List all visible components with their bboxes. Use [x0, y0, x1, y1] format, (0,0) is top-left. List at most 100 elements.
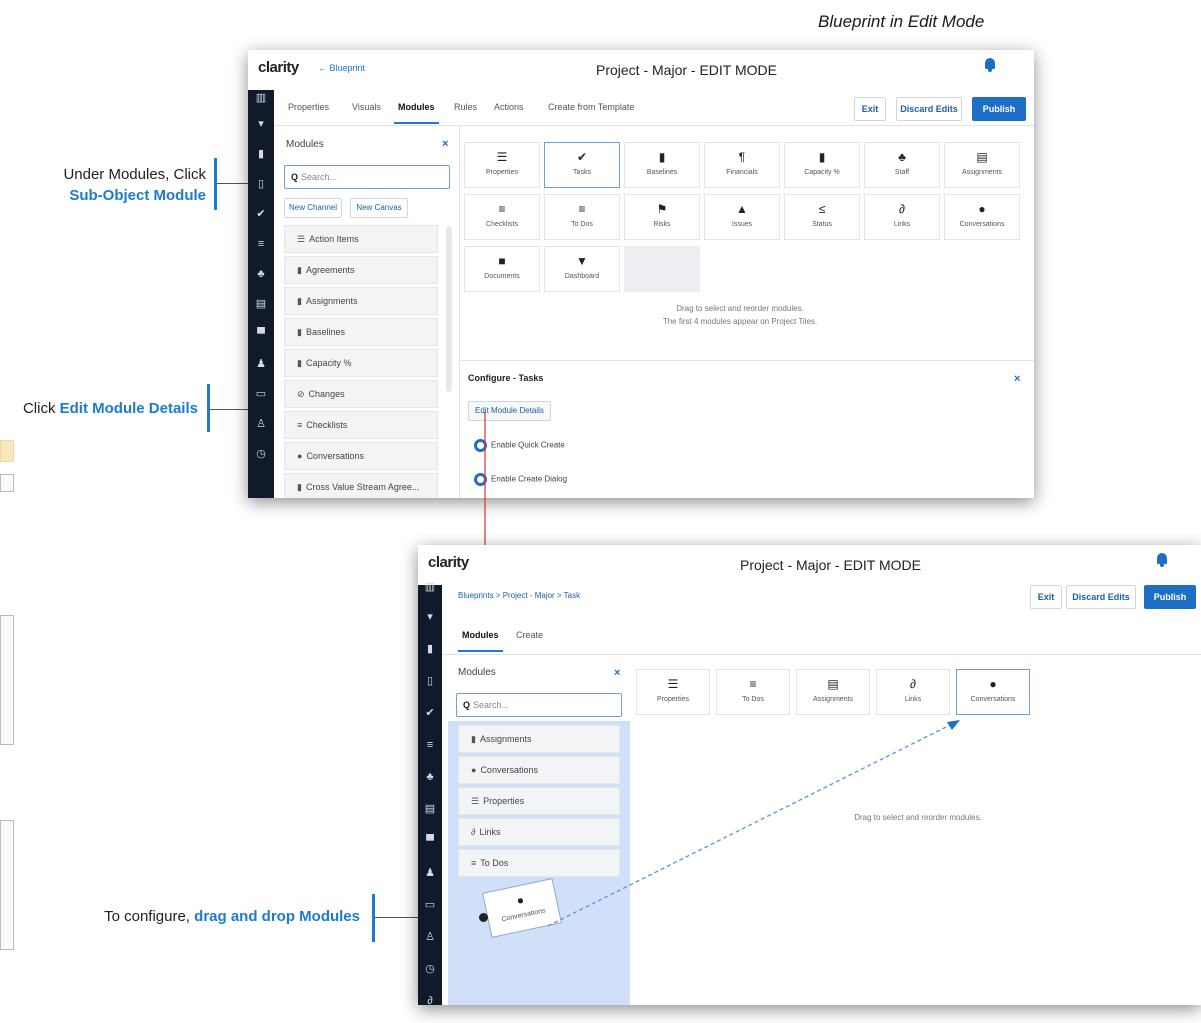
list-icon[interactable]: ≡	[248, 236, 274, 252]
list-item[interactable]: ▮ Capacity %	[284, 349, 438, 377]
tile-properties[interactable]: ☰ Properties	[464, 142, 540, 188]
clarity-logo: clarity	[428, 554, 469, 571]
chat-icon[interactable]: ▀	[248, 326, 274, 342]
list-item[interactable]: ● Conversations	[284, 442, 438, 470]
side-nav: ▥ ▾ ▮ ▯ ✔ ≡ ♣ ▤ ▀ ♟ ▭ ♙ ◷ ∂	[418, 581, 442, 1005]
people-icon[interactable]: ♟	[418, 865, 442, 881]
list-item[interactable]: ▮ Agreements	[284, 256, 438, 284]
tile-dashboard[interactable]: ▼ Dashboard	[544, 246, 620, 292]
tile-assignments[interactable]: ▤ Assignments	[944, 142, 1020, 188]
calendar-icon[interactable]: ▭	[248, 386, 274, 402]
window-title: Project - Major - EDIT MODE	[740, 557, 921, 573]
list-icon[interactable]: ≡	[418, 737, 442, 753]
tile-baselines[interactable]: ▮ Baselines	[624, 142, 700, 188]
callout-sub-object: Under Modules, Click Sub-Object Module	[63, 166, 206, 204]
tile-links[interactable]: ∂ Links	[864, 194, 940, 240]
calendar-icon[interactable]: ▭	[418, 897, 442, 913]
modules-panel-title: Modules	[286, 139, 324, 150]
chat-icon[interactable]: ▀	[418, 833, 442, 849]
close-icon[interactable]: ×	[442, 138, 448, 150]
list-item[interactable]: ▮ Assignments	[284, 287, 438, 315]
breadcrumb[interactable]: Blueprints > Project - Major > Task	[458, 591, 580, 600]
clock-icon[interactable]: ◷	[418, 961, 442, 977]
tile-risks[interactable]: ⚑ Risks	[624, 194, 700, 240]
tab-bar: Properties Visuals Modules Rules Actions…	[274, 90, 1034, 126]
scrollbar[interactable]	[446, 226, 452, 392]
link-icon[interactable]: ∂	[418, 993, 442, 1005]
discard-edits-button[interactable]: Discard Edits	[896, 97, 962, 121]
close-icon[interactable]: ×	[614, 667, 620, 679]
tab-properties[interactable]: Properties	[288, 102, 329, 112]
report-icon[interactable]: ▤	[248, 296, 274, 312]
team-icon[interactable]: ♙	[248, 416, 274, 432]
window-title: Project - Major - EDIT MODE	[596, 62, 777, 78]
drag-hint: Drag to select and reorder modules. The …	[662, 304, 818, 326]
drag-path	[547, 720, 960, 927]
callout-bar	[214, 158, 217, 210]
clock-icon[interactable]: ◷	[248, 446, 274, 462]
publish-button[interactable]: Publish	[1144, 585, 1196, 609]
tile-tasks[interactable]: ✔ Tasks	[544, 142, 620, 188]
publish-button[interactable]: Publish	[972, 97, 1026, 121]
chart-icon[interactable]: ▥	[418, 579, 442, 595]
close-icon[interactable]: ×	[1014, 373, 1020, 385]
exit-button[interactable]: Exit	[854, 97, 886, 121]
projects-icon[interactable]: ▮	[248, 146, 274, 162]
exit-button[interactable]: Exit	[1030, 585, 1062, 609]
tile-staff[interactable]: ♣ Staff	[864, 142, 940, 188]
list-item[interactable]: ≡ Checklists	[284, 411, 438, 439]
top-bar: clarity ← Blueprint Project - Major - ED…	[248, 50, 1034, 90]
tile-checklists[interactable]: ≡ Checklists	[464, 194, 540, 240]
tab-modules[interactable]: Modules	[394, 102, 438, 124]
back-to-blueprint-link[interactable]: ← Blueprint	[318, 63, 365, 73]
tab-bar: Modules Create	[442, 621, 1201, 655]
tile-conversations[interactable]: ● Conversations	[944, 194, 1020, 240]
list-item[interactable]: ▮ Cross Value Stream Agree...	[284, 473, 438, 498]
tab-modules[interactable]: Modules	[458, 630, 502, 652]
configure-section: Configure - Tasks × Edit Module Details …	[460, 360, 1034, 498]
page-heading: Blueprint in Edit Mode	[818, 12, 985, 31]
tile-placeholder	[624, 246, 700, 292]
search-input[interactable]: Q Search...	[284, 165, 450, 189]
report-icon[interactable]: ▤	[418, 801, 442, 817]
tile-capacity[interactable]: ▮ Capacity %	[784, 142, 860, 188]
tile-documents[interactable]: ■ Documents	[464, 246, 540, 292]
tab-create-from-template[interactable]: Create from Template	[548, 102, 634, 112]
tab-create[interactable]: Create	[516, 630, 543, 640]
tile-issues[interactable]: ▲ Issues	[704, 194, 780, 240]
hierarchy-icon[interactable]: ♣	[248, 266, 274, 282]
document-icon[interactable]: ▯	[248, 176, 274, 192]
dashboard-icon[interactable]: ▾	[418, 609, 442, 625]
hierarchy-icon[interactable]: ♣	[418, 769, 442, 785]
check-icon[interactable]: ✔	[248, 206, 274, 222]
callout-bar	[207, 384, 210, 432]
modules-panel: Modules × Q Search... New Channel New Can…	[274, 126, 460, 498]
chart-icon[interactable]: ▥	[248, 90, 274, 106]
dashboard-icon[interactable]: ▾	[248, 116, 274, 132]
tab-visuals[interactable]: Visuals	[352, 102, 381, 112]
tab-actions[interactable]: Actions	[494, 102, 524, 112]
tile-status[interactable]: ≤ Status	[784, 194, 860, 240]
tab-rules[interactable]: Rules	[454, 102, 477, 112]
people-icon[interactable]: ♟	[248, 356, 274, 372]
list-item[interactable]: ▮ Baselines	[284, 318, 438, 346]
configure-title: Configure - Tasks	[468, 373, 544, 383]
discard-edits-button[interactable]: Discard Edits	[1066, 585, 1136, 609]
bell-icon[interactable]	[1156, 553, 1168, 567]
new-canvas-button[interactable]: New Canvas	[350, 198, 408, 218]
projects-icon[interactable]: ▮	[418, 641, 442, 657]
tile-to-dos[interactable]: ≡ To Dos	[544, 194, 620, 240]
list-item[interactable]: ☰ Action Items	[284, 225, 438, 253]
team-icon[interactable]: ♙	[418, 929, 442, 945]
new-channel-button[interactable]: New Channel	[284, 198, 342, 218]
list-item[interactable]: ⊘ Changes	[284, 380, 438, 408]
module-tiles-area: ☰ Properties ✔ Tasks ▮ Baselines ¶ Financial…	[460, 126, 1034, 358]
check-icon[interactable]: ✔	[418, 705, 442, 721]
blueprint-window: clarity ← Blueprint Project - Major - ED…	[248, 50, 1034, 498]
tile-financials[interactable]: ¶ Financials	[704, 142, 780, 188]
top-bar: clarity Project - Major - EDIT MODE	[418, 545, 1201, 585]
document-icon[interactable]: ▯	[418, 673, 442, 689]
callout-dot	[479, 913, 488, 922]
bell-icon[interactable]	[984, 58, 996, 72]
callout-drag-drop: To configure, drag and drop Modules	[104, 908, 360, 925]
